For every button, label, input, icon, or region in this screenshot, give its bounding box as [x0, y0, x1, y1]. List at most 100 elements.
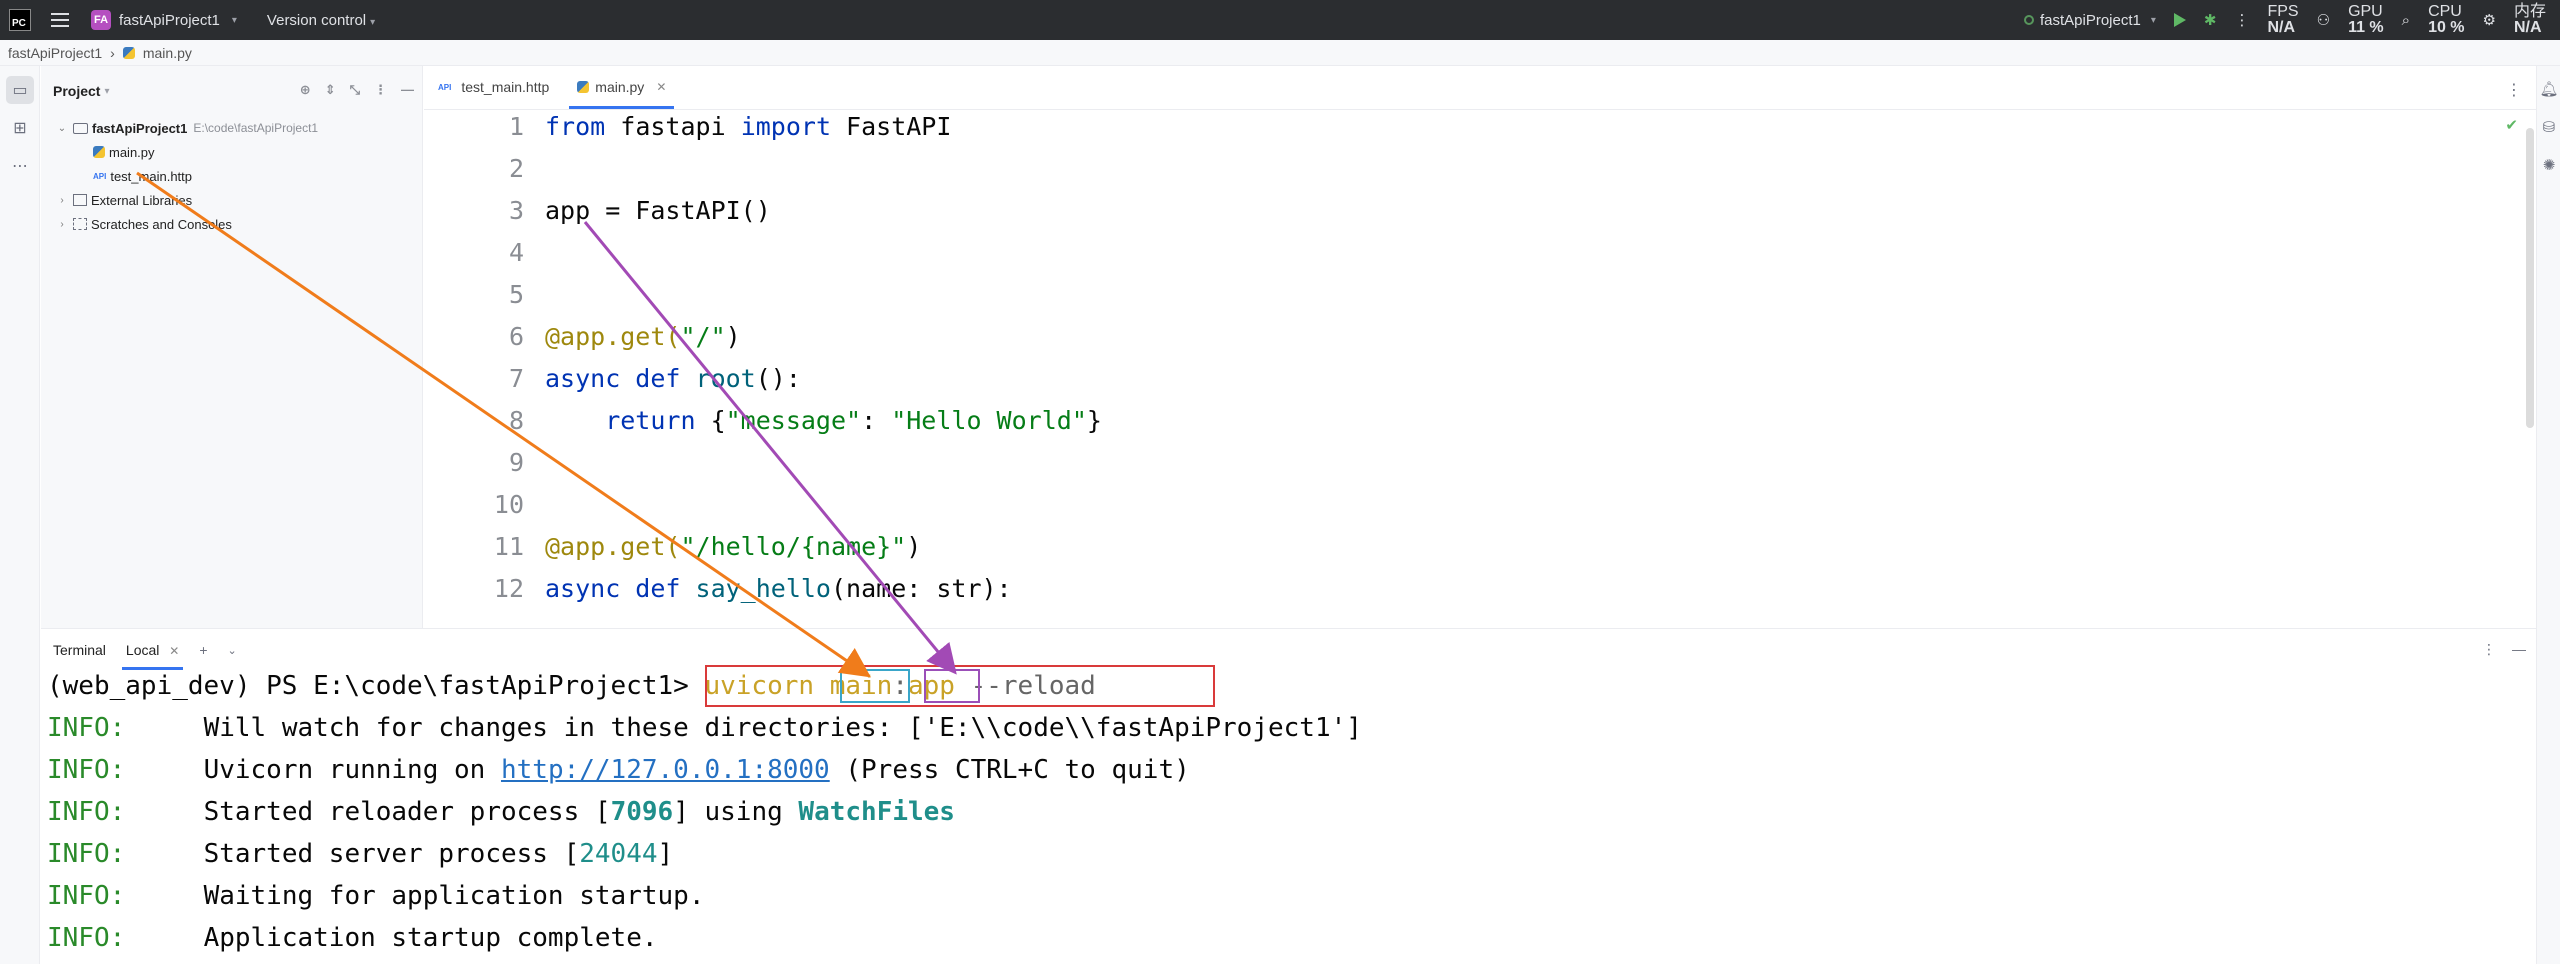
chevron-down-icon: ▾ — [2150, 14, 2156, 26]
code-line-6: @app.get("/") — [545, 322, 741, 351]
terminal-header: Terminal Local ✕ + ⌄ ⋮ — — [41, 629, 2536, 671]
tree-file-main-py[interactable]: main.py — [41, 140, 422, 164]
structure-icon[interactable]: ⊞ — [6, 114, 34, 142]
terminal-line: INFO: Uvicorn running on http://127.0.0.… — [47, 755, 1190, 785]
gpu-readout: GPU 11 % — [2348, 3, 2384, 36]
breadcrumb: fastApiProject1 › main.py — [0, 40, 2560, 66]
highlight-module-box — [840, 669, 910, 703]
project-switcher[interactable]: FA fastApiProject1 ▾ — [91, 10, 237, 30]
terminal-line: INFO: Started reloader process [7096] us… — [47, 797, 955, 827]
project-panel: Project ▾ ⊕ ⇕ ⤡ ⋮ — ⌄ fastApiProject1 E:\… — [41, 66, 423, 628]
code-editor: API test_main.http main.py ✕ ⋮ ✔ 1 2 3 4… — [424, 66, 2536, 628]
new-terminal-plus-icon[interactable]: + — [199, 642, 207, 658]
line-number: 12 — [493, 574, 524, 603]
line-number: 3 — [508, 196, 524, 225]
tree-file-test-main-http[interactable]: API test_main.http — [41, 164, 422, 188]
hide-terminal-icon[interactable]: — — [2512, 641, 2526, 658]
line-number: 8 — [508, 406, 524, 435]
line-number: 1 — [508, 112, 524, 141]
version-control-menu[interactable]: Version control ▾ — [267, 12, 375, 29]
line-number: 11 — [493, 532, 524, 561]
breadcrumb-project[interactable]: fastApiProject1 — [8, 45, 102, 61]
settings-gear-icon[interactable]: ⚙ — [2483, 11, 2496, 29]
terminal-line: INFO: Waiting for application startup. — [47, 881, 705, 911]
search-icon[interactable]: ⌕ — [2402, 12, 2410, 29]
close-tab-icon[interactable]: ✕ — [656, 80, 666, 94]
locate-icon[interactable]: ⊕ — [300, 82, 311, 98]
run-configuration-selector[interactable]: fastApiProject1 ▾ — [2023, 12, 2156, 29]
chevron-right-icon[interactable]: › — [55, 195, 69, 206]
fps-readout: FPS N/A — [2267, 3, 2299, 36]
database-icon[interactable]: ⛁ — [2537, 112, 2560, 142]
user-icon[interactable]: ⚇ — [2317, 11, 2330, 29]
notifications-bell-icon[interactable]: 🔔︎ — [2537, 74, 2560, 104]
chevron-right-icon: › — [110, 44, 115, 61]
debug-icon[interactable]: ✱ — [2204, 11, 2217, 29]
cpu-readout: CPU 10 % — [2428, 3, 2465, 36]
terminal-title: Terminal — [53, 642, 106, 658]
line-number: 5 — [508, 280, 524, 309]
code-line-11: @app.get("/hello/{name}") — [545, 532, 922, 561]
line-number: 2 — [508, 154, 524, 183]
close-tab-icon[interactable]: ✕ — [169, 644, 179, 658]
folder-icon — [73, 122, 88, 134]
tab-test-main-http[interactable]: API test_main.http — [424, 65, 563, 109]
terminal-line: INFO: Will watch for changes in these di… — [47, 713, 1362, 743]
right-tool-strip: 🔔︎ ⛁ ✺ — [2536, 66, 2560, 964]
project-panel-header: Project ▾ ⊕ ⇕ ⤡ ⋮ — — [53, 82, 414, 99]
run-icon[interactable] — [2173, 13, 2186, 27]
python-file-icon — [93, 146, 105, 158]
breadcrumb-file[interactable]: main.py — [143, 45, 192, 61]
chevron-down-icon[interactable]: ⌄ — [55, 123, 69, 134]
code-line-3: app = FastAPI() — [545, 196, 771, 225]
python-file-icon — [122, 46, 135, 59]
project-name: fastApiProject1 — [119, 11, 220, 29]
scratches-icon — [73, 218, 87, 230]
api-file-icon: API — [438, 82, 452, 92]
terminal-line: INFO: Application startup complete. — [47, 923, 658, 953]
highlight-app-box — [924, 669, 980, 703]
ai-assistant-icon[interactable]: ✺ — [2537, 150, 2560, 180]
tree-scratches[interactable]: › Scratches and Consoles — [41, 212, 422, 236]
project-badge: FA — [91, 10, 111, 30]
more-tools-icon[interactable]: ⋯ — [6, 152, 34, 180]
tree-external-libraries[interactable]: › External Libraries — [41, 188, 422, 212]
code-line-7: async def root(): — [545, 364, 801, 393]
line-number: 9 — [508, 448, 524, 477]
pycharm-logo-icon[interactable]: PC — [9, 9, 31, 31]
more-icon[interactable]: ⋮ — [2234, 11, 2249, 29]
line-number: 6 — [508, 322, 524, 351]
project-folder-icon[interactable]: ▭ — [6, 76, 34, 104]
chevron-right-icon[interactable]: › — [55, 219, 69, 230]
api-file-icon: API — [93, 171, 107, 181]
terminal-line: INFO: Started server process [24044] — [47, 839, 674, 869]
terminal-options-icon[interactable]: ⋮ — [2482, 641, 2496, 658]
tab-options-icon[interactable]: ⋮ — [2506, 80, 2522, 100]
python-file-icon — [577, 81, 590, 93]
tree-root-folder[interactable]: ⌄ fastApiProject1 E:\code\fastApiProject… — [41, 116, 422, 140]
chevron-down-icon: ▾ — [231, 14, 237, 26]
tab-main-py[interactable]: main.py ✕ — [563, 65, 680, 109]
code-line-12: async def say_hello(name: str): — [545, 574, 1012, 603]
code-line-8: return {"message": "Hello World"} — [545, 406, 1102, 435]
expand-all-icon[interactable]: ⇕ — [325, 82, 336, 98]
left-tool-strip: ▭ ⊞ ⋯ — [0, 66, 40, 964]
chevron-down-icon: ▾ — [370, 16, 376, 28]
collapse-all-icon[interactable]: ⤡ — [350, 82, 360, 98]
code-line-1: from fastapi import FastAPI — [545, 112, 952, 141]
run-config-icon — [2023, 15, 2034, 25]
memory-readout: 内存 N/A — [2513, 3, 2546, 36]
no-problems-check-icon[interactable]: ✔ — [2505, 116, 2518, 134]
editor-scrollbar[interactable] — [2526, 128, 2534, 428]
main-menu-icon[interactable] — [51, 13, 69, 27]
options-icon[interactable]: ⋮ — [374, 82, 387, 98]
line-number: 7 — [508, 364, 524, 393]
editor-tabs: API test_main.http main.py ✕ ⋮ — [424, 66, 2536, 110]
chevron-down-icon[interactable]: ▾ — [104, 86, 109, 97]
line-number: 4 — [508, 238, 524, 267]
server-url-link[interactable]: http://127.0.0.1:8000 — [501, 755, 830, 785]
chevron-down-icon[interactable]: ⌄ — [228, 644, 237, 657]
terminal-tab-local[interactable]: Local ✕ — [121, 638, 184, 670]
library-icon — [73, 194, 87, 206]
hide-icon[interactable]: — — [401, 82, 414, 98]
